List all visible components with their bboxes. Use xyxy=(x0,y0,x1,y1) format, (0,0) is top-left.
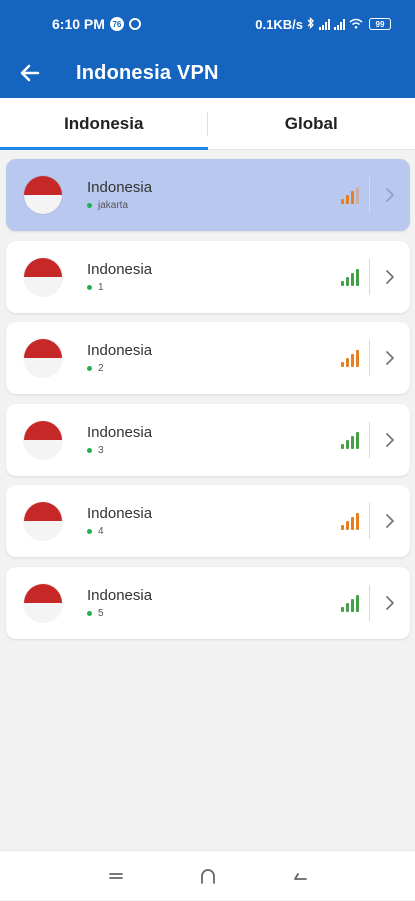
online-dot-icon xyxy=(87,203,92,208)
top-bar: 6:10 PM 76 0.1KB/s 99 In xyxy=(0,0,415,98)
signal-strength-icon xyxy=(341,349,359,367)
server-name: Indonesia xyxy=(87,424,341,441)
cell-signal-icon xyxy=(319,19,330,30)
indonesia-flag-icon xyxy=(24,339,62,377)
chevron-right-icon[interactable] xyxy=(370,485,410,557)
nav-back-button[interactable] xyxy=(254,851,346,901)
arrow-left-icon xyxy=(20,64,40,82)
signal-strength-icon xyxy=(341,431,359,449)
server-name: Indonesia xyxy=(87,179,341,196)
indonesia-flag-icon xyxy=(24,584,62,622)
ring-icon xyxy=(129,18,141,30)
server-location: jakarta xyxy=(98,200,128,211)
page-title: Indonesia VPN xyxy=(76,62,219,85)
status-time: 6:10 PM xyxy=(52,16,105,32)
indonesia-flag-icon xyxy=(24,258,62,296)
server-card[interactable]: Indonesia 1 xyxy=(6,241,410,313)
server-card[interactable]: Indonesia 2 xyxy=(6,322,410,394)
chevron-right-icon[interactable] xyxy=(370,159,410,231)
bluetooth-icon xyxy=(307,17,315,32)
home-icon xyxy=(199,867,217,885)
server-name: Indonesia xyxy=(87,261,341,278)
chevron-right-icon[interactable] xyxy=(370,404,410,476)
status-bar: 6:10 PM 76 0.1KB/s 99 xyxy=(0,0,415,48)
server-location: 4 xyxy=(98,526,104,537)
notification-badge-icon: 76 xyxy=(110,17,124,31)
server-card[interactable]: Indonesia 5 xyxy=(6,567,410,639)
nav-home-button[interactable] xyxy=(162,851,254,901)
signal-strength-icon xyxy=(341,512,359,530)
online-dot-icon xyxy=(87,529,92,534)
back-button[interactable] xyxy=(0,48,60,98)
server-name: Indonesia xyxy=(87,505,341,522)
chevron-right-icon[interactable] xyxy=(370,322,410,394)
tab-global[interactable]: Global xyxy=(208,98,415,149)
chevron-right-icon[interactable] xyxy=(370,567,410,639)
server-location: 3 xyxy=(98,445,104,456)
online-dot-icon xyxy=(87,366,92,371)
server-list: Indonesia jakarta Indonesia 1 Indonesia … xyxy=(6,159,410,649)
menu-icon xyxy=(108,870,124,882)
server-name: Indonesia xyxy=(87,342,341,359)
system-nav-bar xyxy=(0,850,415,900)
indonesia-flag-icon xyxy=(24,421,62,459)
server-location: 2 xyxy=(98,363,104,374)
server-card[interactable]: Indonesia 3 xyxy=(6,404,410,476)
online-dot-icon xyxy=(87,285,92,290)
server-name: Indonesia xyxy=(87,587,341,604)
network-speed: 0.1KB/s xyxy=(255,17,303,32)
chevron-right-icon[interactable] xyxy=(370,241,410,313)
tab-bar: Indonesia Global xyxy=(0,98,415,150)
online-dot-icon xyxy=(87,448,92,453)
server-card[interactable]: Indonesia jakarta xyxy=(6,159,410,231)
tab-indonesia[interactable]: Indonesia xyxy=(0,98,208,149)
battery-icon: 99 xyxy=(369,18,391,30)
server-location: 5 xyxy=(98,608,104,619)
indonesia-flag-icon xyxy=(24,176,62,214)
indonesia-flag-icon xyxy=(24,502,62,540)
server-card[interactable]: Indonesia 4 xyxy=(6,485,410,557)
server-location: 1 xyxy=(98,282,104,293)
online-dot-icon xyxy=(87,611,92,616)
wifi-icon xyxy=(349,17,363,32)
cell-signal-2-icon xyxy=(334,19,345,30)
signal-strength-icon xyxy=(341,186,359,204)
back-icon xyxy=(291,868,309,884)
app-bar: Indonesia VPN xyxy=(0,48,415,98)
nav-menu-button[interactable] xyxy=(70,851,162,901)
signal-strength-icon xyxy=(341,594,359,612)
signal-strength-icon xyxy=(341,268,359,286)
